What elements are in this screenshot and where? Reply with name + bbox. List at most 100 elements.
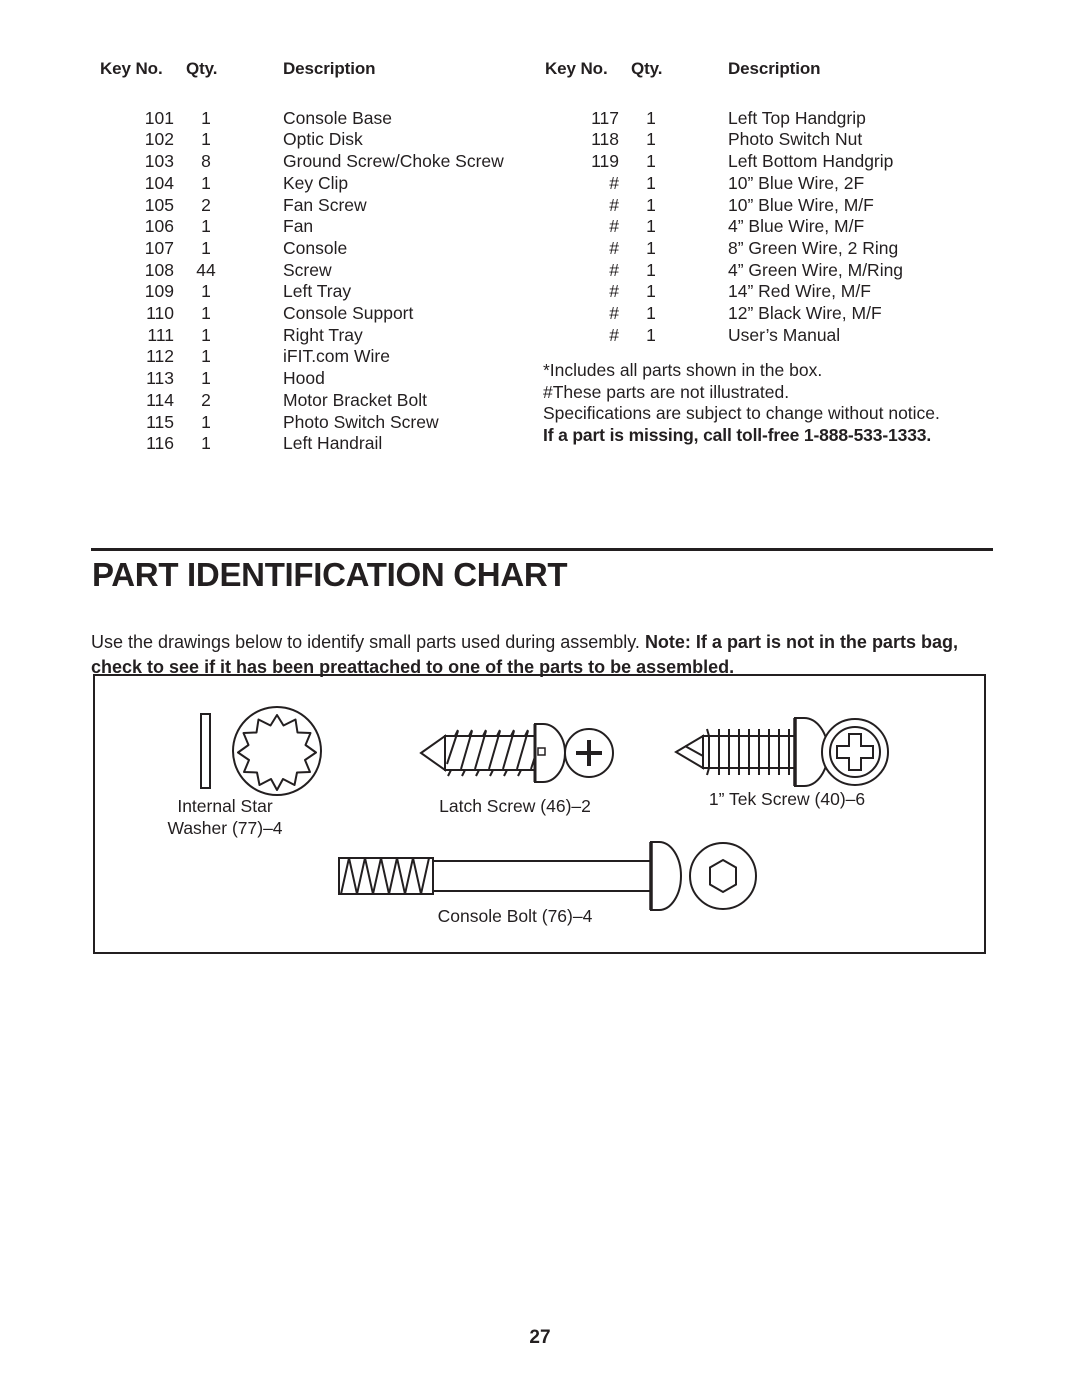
cell-qty: 1 <box>201 303 211 324</box>
washer-label-line2: Washer (77)–4 <box>167 817 283 838</box>
cell-qty: 1 <box>201 107 211 128</box>
cell-qty: 1 <box>646 237 656 258</box>
cell-key-no: # <box>609 303 619 324</box>
tek-screw-label: 1” Tek Screw (40)–6 <box>708 789 866 809</box>
table-row: #1 User’s Manual <box>543 325 983 347</box>
cell-qty: 2 <box>201 389 211 410</box>
cell-qty: 1 <box>646 324 656 345</box>
cell-qty: 2 <box>201 194 211 215</box>
cell-description: Fan Screw <box>283 194 367 215</box>
internal-star-washer-drawing <box>185 704 355 804</box>
cell-description: Optic Disk <box>283 129 363 150</box>
table-row: 104 1 Key Clip <box>98 173 528 195</box>
cell-key-no: 104 <box>144 172 174 193</box>
cell-qty: 1 <box>646 303 656 324</box>
cell-qty: 1 <box>201 172 211 193</box>
cell-description: iFIT.com Wire <box>283 346 390 367</box>
cell-key-no: 106 <box>144 216 174 237</box>
cell-qty: 8 <box>201 151 211 172</box>
cell-description: Console Base <box>283 107 392 128</box>
table-row: 114 2 Motor Bracket Bolt <box>98 390 528 412</box>
table-row: 108 44 Screw <box>98 260 528 282</box>
footnote-specifications: Specifications are subject to change wit… <box>543 403 940 424</box>
table-row: #1 12” Black Wire, M/F <box>543 303 983 325</box>
cell-key-no: 101 <box>144 107 174 128</box>
intro-paragraph: Use the drawings below to identify small… <box>91 630 995 680</box>
console-bolt-label: Console Bolt (76)–4 <box>437 906 593 926</box>
table-row: 103 8 Ground Screw/Choke Screw <box>98 151 528 173</box>
parts-table-right: Key No. Qty. Description 117 1 Left Top Ha… <box>543 58 983 346</box>
cell-key-no: 117 <box>591 107 619 128</box>
cell-key-no: # <box>609 324 619 345</box>
cell-qty: 1 <box>646 107 656 128</box>
footnote-missing-part-phone: If a part is missing, call toll-free 1-8… <box>543 425 932 446</box>
cell-key-no: 109 <box>144 281 174 302</box>
table-row: 107 1 Console <box>98 238 528 260</box>
intro-plain-text: Use the drawings below to identify small… <box>91 632 645 652</box>
cell-description: Fan <box>283 216 314 237</box>
table-row: 102 1 Optic Disk <box>98 129 528 151</box>
table-row: #1 10” Blue Wire, M/F <box>543 195 983 217</box>
table-header-row: Key No. Qty. Description <box>543 58 983 108</box>
cell-description: 4” Blue Wire, M/F <box>728 216 865 237</box>
cell-description: 10” Blue Wire, M/F <box>728 194 874 215</box>
cell-description: Console <box>283 237 348 258</box>
cell-description: Hood <box>283 368 325 389</box>
header-qty: Qty. <box>631 59 663 78</box>
table-row: 117 1 Left Top Handgrip <box>543 108 983 130</box>
section-divider-rule <box>91 548 993 551</box>
cell-description: 10” Blue Wire, 2F <box>728 172 865 193</box>
cell-key-no: # <box>609 259 619 280</box>
header-qty: Qty. <box>186 59 218 78</box>
header-description: Description <box>728 59 821 78</box>
header-description: Description <box>283 59 376 78</box>
table-row: 113 1 Hood <box>98 368 528 390</box>
parts-list-left-column: Key No. Qty. Description 101 1 Console Bas… <box>98 58 528 455</box>
table-row: 105 2 Fan Screw <box>98 195 528 217</box>
cell-qty: 1 <box>646 129 656 150</box>
table-row: 106 1 Fan <box>98 216 528 238</box>
cell-description: Left Tray <box>283 281 352 302</box>
cell-key-no: 116 <box>146 433 174 454</box>
latch-screw-drawing <box>417 714 617 797</box>
cell-key-no: 114 <box>146 389 174 410</box>
cell-key-no: # <box>609 194 619 215</box>
cell-qty: 1 <box>646 259 656 280</box>
cell-description: Left Top Handgrip <box>728 107 866 128</box>
table-row: #1 4” Blue Wire, M/F <box>543 216 983 238</box>
cell-description: Photo Switch Nut <box>728 129 863 150</box>
cell-description: Ground Screw/Choke Screw <box>283 151 504 172</box>
cell-key-no: 113 <box>146 368 174 389</box>
cell-key-no: 105 <box>144 194 174 215</box>
cell-key-no: # <box>609 172 619 193</box>
footnotes-block: *Includes all parts shown in the box. #T… <box>543 360 1003 447</box>
cell-qty: 1 <box>201 281 211 302</box>
footnote-includes: *Includes all parts shown in the box. <box>543 360 823 380</box>
cell-key-no: 107 <box>144 237 174 258</box>
cell-description: Photo Switch Screw <box>283 411 439 432</box>
table-row: 111 1 Right Tray <box>98 325 528 347</box>
cell-qty: 1 <box>646 151 656 172</box>
cell-key-no: 108 <box>144 259 174 280</box>
cell-description: Screw <box>283 259 332 280</box>
cell-qty: 1 <box>201 324 211 345</box>
cell-description: 4” Green Wire, M/Ring <box>728 259 904 280</box>
header-key-no: Key No. <box>545 59 608 78</box>
cell-key-no: # <box>609 281 619 302</box>
latch-screw-label: Latch Screw (46)–2 <box>439 796 591 816</box>
cell-qty: 44 <box>196 259 216 280</box>
cell-description: Key Clip <box>283 172 349 193</box>
cell-description: Right Tray <box>283 324 363 345</box>
cell-key-no: 103 <box>144 151 174 172</box>
cell-description: Motor Bracket Bolt <box>283 389 427 410</box>
cell-key-no: 118 <box>591 129 619 150</box>
cell-qty: 1 <box>201 216 211 237</box>
tek-screw-drawing <box>673 712 891 797</box>
cell-description: Console Support <box>283 303 414 324</box>
page-title: PART IDENTIFICATION CHART <box>92 556 568 593</box>
cell-qty: 1 <box>201 433 211 454</box>
cell-key-no: 102 <box>144 129 174 150</box>
cell-qty: 1 <box>201 129 211 150</box>
cell-key-no: 119 <box>591 151 619 172</box>
table-row: #1 14” Red Wire, M/F <box>543 281 983 303</box>
